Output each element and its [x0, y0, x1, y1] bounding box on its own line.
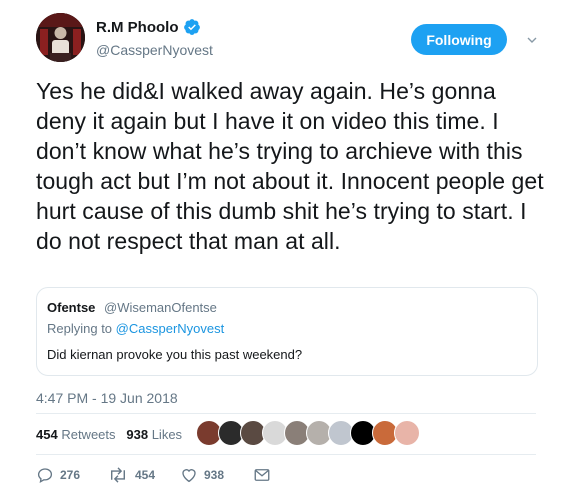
retweet-icon: [111, 467, 125, 483]
like-button[interactable]: 938: [180, 466, 224, 484]
reply-button[interactable]: 276: [36, 466, 80, 484]
divider: [36, 413, 536, 414]
direct-message-button[interactable]: [253, 466, 271, 484]
chevron-down-icon[interactable]: [526, 34, 538, 46]
tweet-actions: 276 454 938: [36, 466, 336, 486]
reply-count: 276: [60, 468, 81, 482]
tweet-stats: 454 Retweets 938 Likes: [36, 427, 182, 442]
tweet-timestamp[interactable]: 4:47 PM - 19 Jun 2018: [36, 390, 178, 406]
retweets-stat[interactable]: 454 Retweets: [36, 427, 116, 442]
following-button[interactable]: Following: [411, 24, 507, 55]
tweet-text: Yes he did&I walked away again. He’s gon…: [36, 78, 544, 254]
quoted-author-name: Ofentse: [47, 300, 96, 315]
quoted-tweet-text: Did kiernan provoke you this past weeken…: [47, 347, 303, 362]
replying-to: Replying to @CassperNyovest: [47, 321, 224, 336]
reply-icon: [37, 468, 53, 484]
retweet-count: 454: [135, 468, 156, 482]
liker-avatar[interactable]: [394, 420, 420, 446]
retweets-count: 454: [36, 427, 58, 442]
retweets-label: Retweets: [61, 427, 116, 442]
likes-count: 938: [126, 427, 149, 442]
quoted-tweet[interactable]: Ofentse @WisemanOfentse Replying to @Cas…: [36, 287, 538, 376]
heart-icon: [182, 469, 196, 483]
display-name[interactable]: R.M Phoolo: [96, 19, 179, 36]
like-count: 938: [204, 468, 225, 482]
replying-to-prefix: Replying to: [47, 321, 113, 336]
replying-to-link[interactable]: @CassperNyovest: [116, 321, 225, 336]
likes-stat[interactable]: 938 Likes: [126, 427, 182, 442]
divider: [36, 454, 536, 455]
author-handle[interactable]: @CassperNyovest: [96, 42, 213, 58]
quoted-author-handle: @WisemanOfentse: [104, 300, 217, 315]
envelope-icon: [254, 469, 270, 481]
avatar[interactable]: [36, 13, 85, 62]
verified-badge-icon: [184, 19, 200, 35]
profile-photo: [36, 13, 85, 62]
likes-label: Likes: [151, 427, 183, 442]
retweet-button[interactable]: 454: [107, 466, 155, 484]
